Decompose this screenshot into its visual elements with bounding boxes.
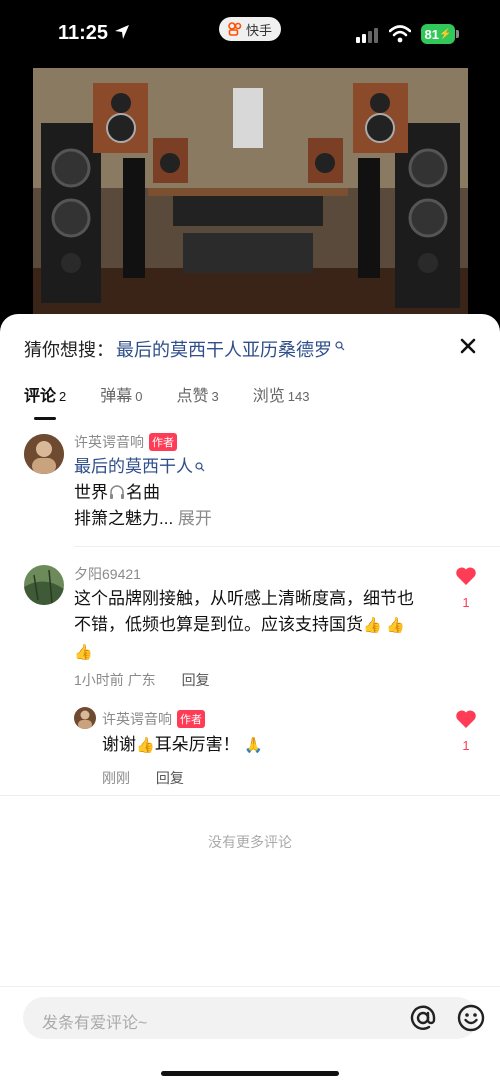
like-button[interactable]: 1 <box>455 709 477 753</box>
battery-level: 81 <box>424 26 439 42</box>
post-caption: 最后的莫西干人 世界 名曲 排箫之魅力... 展开 <box>74 454 212 532</box>
comment-time: 1小时前 <box>74 672 124 688</box>
at-mention-icon[interactable] <box>409 1004 437 1032</box>
no-more-comments: 没有更多评论 <box>208 834 292 850</box>
tab-label: 弹幕 <box>100 388 133 405</box>
thumbs-up-icon: 👍 <box>363 617 382 634</box>
author-badge: 作者 <box>149 433 177 451</box>
battery-indicator: 81 ⚡ <box>421 24 455 44</box>
reply-text: 谢谢👍耳朵厉害！ 🙏 <box>102 732 263 759</box>
status-bar: 11:25 快手 81 ⚡ <box>0 0 500 66</box>
caption-line1-b: 名曲 <box>126 483 160 502</box>
divider <box>74 546 500 547</box>
like-count: 1 <box>462 595 470 610</box>
avatar-image <box>74 707 96 729</box>
expand-link[interactable]: 展开 <box>178 509 212 528</box>
search-suggestion[interactable]: 猜你想搜： 最后的莫西干人亚历桑德罗 <box>24 336 345 362</box>
battery-tip <box>456 30 459 38</box>
caption-keyword[interactable]: 最后的莫西干人 <box>74 457 193 476</box>
reply-name-line: 许英谔音响 作者 <box>102 709 205 729</box>
tab-count: 0 <box>135 389 143 404</box>
thumbs-up-icon: 👍 <box>136 737 155 754</box>
comment-text: 这个品牌刚接触，从听感上清晰度高，细节也 不错，低频也算是到位。应该支持国货👍 … <box>74 586 434 666</box>
commenter-avatar[interactable] <box>24 565 64 605</box>
close-button[interactable] <box>456 334 480 358</box>
close-icon <box>460 338 476 354</box>
comment-tabs: 评论 2 弹幕 0 点赞 3 浏览 143 <box>24 382 343 420</box>
tab-label: 评论 <box>24 388 57 405</box>
comment-line2: 不错，低频也算是到位。应该支持国货 <box>74 615 363 634</box>
author-avatar[interactable] <box>24 434 64 474</box>
comment-sheet: 猜你想搜： 最后的莫西干人亚历桑德罗 评论 2 弹幕 0 点赞 3 浏览 143 许英谔… <box>0 314 500 1083</box>
avatar-image <box>24 434 64 474</box>
reply-avatar[interactable] <box>74 707 96 729</box>
divider <box>0 795 500 796</box>
heart-icon <box>456 710 476 728</box>
reply-time: 刚刚 <box>102 770 130 786</box>
search-icon <box>195 462 205 472</box>
comment-region: 广东 <box>127 672 156 688</box>
suggestion-prefix: 猜你想搜： <box>24 340 114 360</box>
author-name[interactable]: 许英谔音响 <box>74 432 144 452</box>
kuaishou-logo-icon <box>228 22 242 36</box>
author-badge: 作者 <box>177 710 205 728</box>
tab-comments[interactable]: 评论 2 <box>24 382 67 420</box>
tab-views[interactable]: 浏览 143 <box>253 382 310 414</box>
comment-input-placeholder: 发条有爱评论~ <box>42 1015 148 1032</box>
thumbs-up-icon: 👍 <box>386 617 406 634</box>
tab-count: 3 <box>211 389 219 404</box>
reply-button[interactable]: 回复 <box>182 672 210 688</box>
like-button[interactable]: 1 <box>455 566 477 610</box>
caption-line2: 排箫之魅力... <box>74 509 174 528</box>
status-time: 11:25 <box>58 22 109 44</box>
video-preview[interactable] <box>33 68 468 328</box>
reply-button[interactable]: 回复 <box>156 770 184 786</box>
headphones-icon <box>110 485 124 499</box>
wifi-icon <box>389 25 411 43</box>
comment-meta: 1小时前 广东 回复 <box>74 670 210 690</box>
avatar-image <box>24 565 64 605</box>
search-icon <box>335 341 345 351</box>
comment-input-bar: 发条有爱评论~ <box>0 986 500 1084</box>
suggestion-keyword[interactable]: 最后的莫西干人亚历桑德罗 <box>116 336 332 362</box>
reply-text-b: 耳朵厉害！ <box>154 735 240 754</box>
comment-line1: 这个品牌刚接触，从听感上清晰度高，细节也 <box>74 589 414 608</box>
commenter-name-line: 夕阳69421 <box>74 564 141 584</box>
caption-line1-a: 世界 <box>74 483 108 502</box>
like-count: 1 <box>462 738 470 753</box>
kuaishou-app-pill[interactable]: 快手 <box>219 17 281 41</box>
app-pill-label: 快手 <box>245 22 272 38</box>
reply-text-a: 谢谢 <box>102 735 136 754</box>
thumbs-up-icon: 👍 <box>74 644 93 661</box>
tab-danmaku[interactable]: 弹幕 0 <box>100 382 142 414</box>
home-indicator[interactable] <box>161 1071 339 1076</box>
tab-count: 143 <box>287 389 310 404</box>
reply-meta: 刚刚 回复 <box>102 768 184 788</box>
commenter-name[interactable]: 夕阳69421 <box>74 564 141 584</box>
comment-input[interactable]: 发条有爱评论~ <box>23 997 485 1039</box>
reply-author-name[interactable]: 许英谔音响 <box>102 709 172 729</box>
location-arrow-icon <box>115 25 129 39</box>
pray-icon: 🙏 <box>244 737 264 754</box>
tab-label: 浏览 <box>252 388 285 405</box>
tab-label: 点赞 <box>176 388 209 405</box>
speaker-room-image <box>33 68 468 328</box>
author-name-line: 许英谔音响 作者 <box>74 432 177 452</box>
cellular-signal-icon <box>356 28 378 43</box>
emoji-icon[interactable] <box>457 1004 485 1032</box>
heart-icon <box>456 567 476 585</box>
tab-count: 2 <box>59 389 67 404</box>
tab-likes[interactable]: 点赞 3 <box>177 382 219 414</box>
